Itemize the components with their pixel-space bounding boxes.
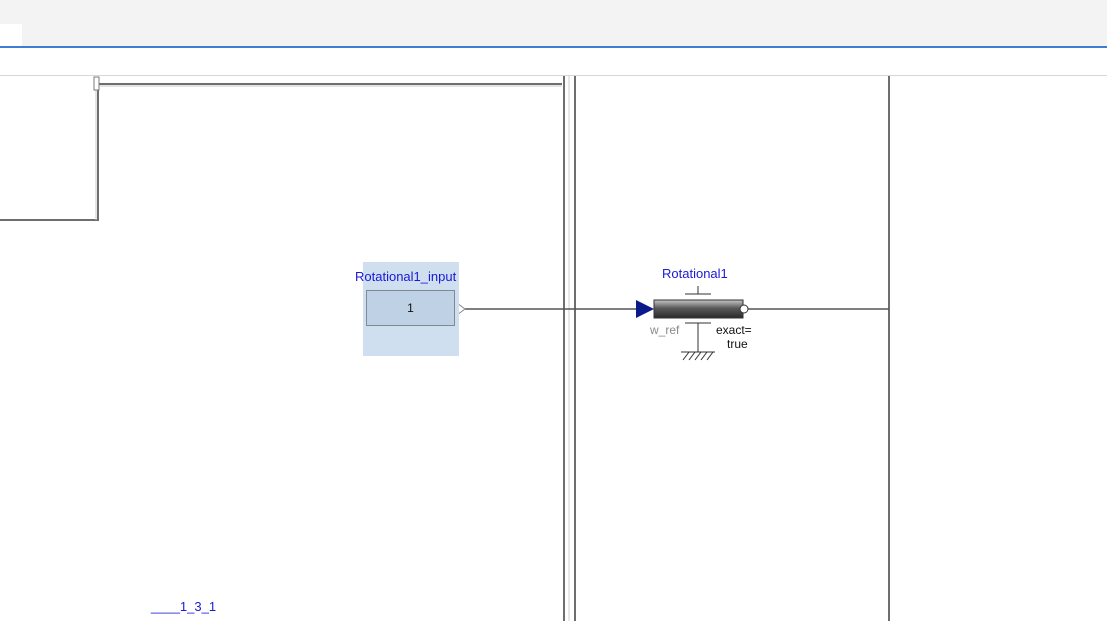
tab-active-model[interactable]: :	[0, 24, 22, 46]
constant-block[interactable]: 1	[366, 290, 455, 326]
constant-block-name[interactable]: Rotational1_input	[355, 269, 456, 284]
rotational-param-value: true	[727, 337, 748, 351]
frame-handle	[93, 76, 100, 91]
subsystem-link-label[interactable]: ____1_3_1	[151, 599, 216, 614]
subsystem-frame-left	[0, 83, 562, 221]
rotational-param-label: exact=	[716, 323, 752, 337]
tab-bar: :	[0, 22, 1107, 48]
rotational-block-name[interactable]: Rotational1	[662, 266, 728, 281]
rotational-shaft	[653, 299, 744, 319]
diagram-lines	[0, 76, 890, 621]
rotational-input-arrow	[636, 300, 654, 318]
rotational-input-label: w_ref	[650, 323, 680, 337]
toolbar-area	[0, 48, 1107, 76]
rotational-flange-port	[739, 304, 749, 314]
diagram-canvas[interactable]: Rotational1_input 1 Rotational1 w_ref ex…	[0, 76, 1107, 621]
model-editor-window: :	[0, 0, 1107, 621]
title-strip	[0, 0, 1107, 23]
